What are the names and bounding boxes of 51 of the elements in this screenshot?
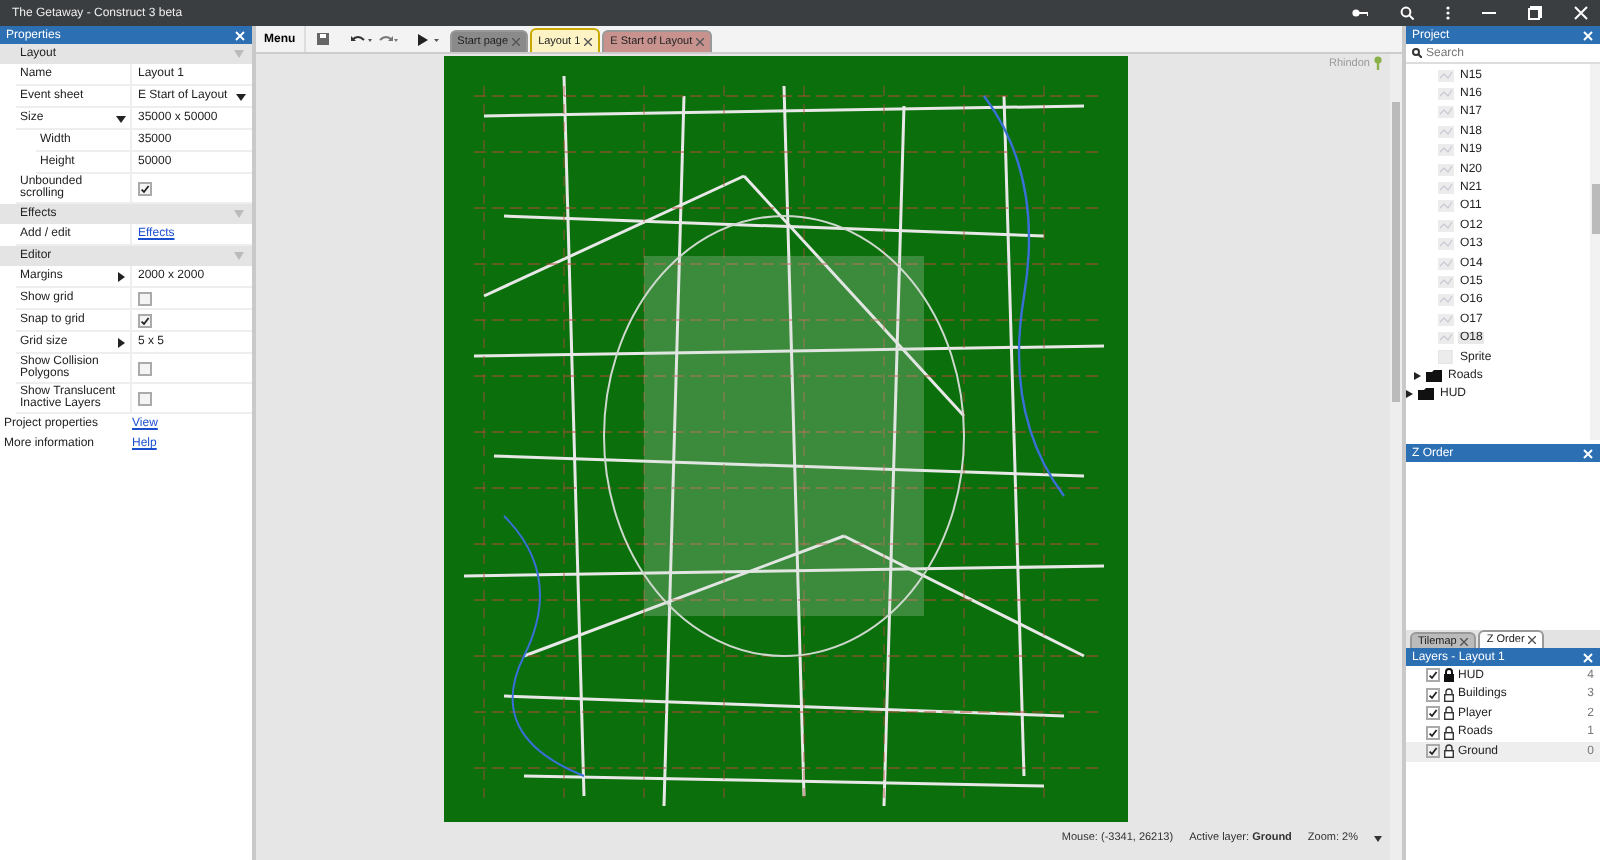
lock-icon[interactable] (1444, 668, 1454, 683)
image-thumbnail-icon (1438, 125, 1454, 138)
checkbox[interactable] (138, 361, 152, 375)
visibility-checkbox[interactable] (1426, 687, 1440, 702)
image-thumbnail-icon (1438, 294, 1454, 307)
image-thumbnail-icon (1438, 88, 1454, 101)
image-thumbnail-icon (1438, 69, 1454, 82)
expand-icon[interactable] (1406, 390, 1414, 399)
image-thumbnail-icon (1438, 313, 1454, 326)
checkbox[interactable] (138, 181, 152, 195)
visibility-checkbox[interactable] (1426, 668, 1440, 683)
close-icon[interactable] (584, 37, 593, 45)
search-icon (1412, 48, 1422, 58)
expand-icon[interactable] (116, 337, 126, 347)
key-icon[interactable] (1352, 8, 1368, 18)
image-thumbnail-icon (1438, 144, 1454, 157)
minimize-icon[interactable] (1482, 6, 1496, 20)
dropdown-caret-icon[interactable] (236, 91, 246, 101)
maximize-icon[interactable] (1528, 6, 1542, 20)
checkbox[interactable] (138, 291, 152, 305)
image-thumbnail-icon (1438, 332, 1454, 345)
dropdown-caret-icon[interactable] (1374, 835, 1382, 841)
image-thumbnail-icon (1438, 106, 1454, 119)
undo-icon[interactable] (349, 33, 372, 45)
redo-icon[interactable] (375, 33, 398, 45)
unlock-icon[interactable] (1444, 725, 1454, 740)
unlock-icon[interactable] (1444, 706, 1454, 721)
scrollbar[interactable] (1590, 64, 1600, 440)
save-icon[interactable] (315, 32, 330, 46)
visibility-checkbox[interactable] (1426, 725, 1440, 740)
play-icon[interactable] (417, 33, 440, 45)
sprite-icon (1438, 350, 1454, 365)
close-icon[interactable] (1528, 636, 1537, 644)
image-thumbnail-icon (1438, 163, 1454, 176)
checkbox[interactable] (138, 313, 152, 327)
image-thumbnail-icon (1438, 238, 1454, 251)
unlock-icon[interactable] (1444, 744, 1454, 759)
expand-icon[interactable] (116, 271, 126, 281)
expand-icon[interactable] (1414, 371, 1422, 380)
image-thumbnail-icon (1438, 182, 1454, 195)
image-thumbnail-icon (1438, 219, 1454, 232)
image-thumbnail-icon (1438, 257, 1454, 270)
image-thumbnail-icon (1438, 200, 1454, 213)
image-thumbnail-icon (1438, 275, 1454, 288)
checkbox[interactable] (138, 391, 152, 405)
zoom-icon[interactable] (1400, 6, 1414, 20)
scrollbar[interactable] (1390, 54, 1402, 860)
unlock-icon[interactable] (1444, 687, 1454, 702)
collapse-icon[interactable] (116, 113, 126, 123)
visibility-checkbox[interactable] (1426, 706, 1440, 721)
visibility-checkbox[interactable] (1426, 744, 1440, 759)
